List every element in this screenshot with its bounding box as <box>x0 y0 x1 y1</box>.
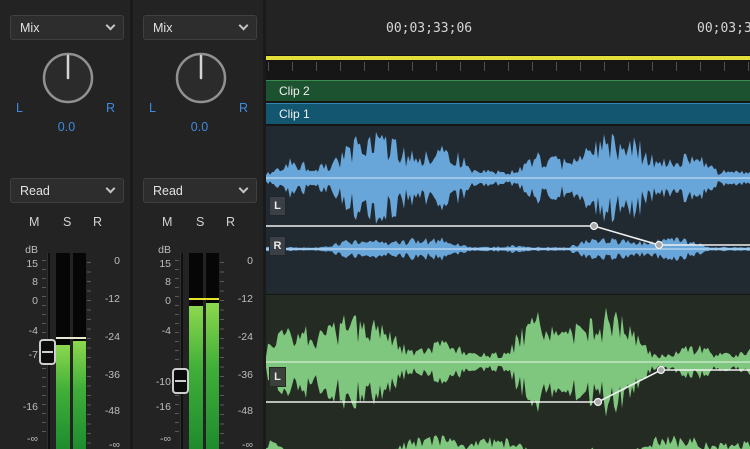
meter-bar-left <box>56 253 70 449</box>
fader-handle[interactable] <box>39 339 56 365</box>
meter-bar-right <box>206 253 220 449</box>
level-meter <box>189 253 219 449</box>
solo-button[interactable]: S <box>196 215 204 229</box>
clip-2-label: Clip 2 <box>279 84 310 98</box>
chevron-down-icon <box>106 184 116 194</box>
meter-scale-label: -36 <box>92 370 120 381</box>
solo-button[interactable]: S <box>63 215 71 229</box>
input-assign-dropdown[interactable]: Mix <box>10 15 124 40</box>
pan-right-label: R <box>239 101 248 115</box>
clip-1-waveform-area[interactable]: L R <box>266 126 750 294</box>
input-assign-label: Mix <box>20 21 101 35</box>
db-unit-label: dB <box>141 245 171 256</box>
record-arm-button[interactable]: R <box>226 215 235 229</box>
mixer-panel: Mix L R 0.0 Read M S R dB 15 8 0 -4 -7 -… <box>0 0 266 449</box>
ruler-ticks <box>268 62 750 71</box>
fader-scale-label: -10 <box>141 377 171 388</box>
audio-workstation-app: Mix L R 0.0 Read M S R dB 15 8 0 -4 -7 -… <box>0 0 750 449</box>
pan-knob[interactable] <box>173 50 229 106</box>
fader-scale-label: -7 <box>8 350 38 361</box>
meter-scale-label: -24 <box>225 332 253 343</box>
meter-scale-label: -24 <box>92 332 120 343</box>
meter-scale-label: -12 <box>225 294 253 305</box>
volume-envelope[interactable] <box>266 370 750 402</box>
channel-badge-left: L <box>269 196 286 216</box>
meter-scale-label: -48 <box>225 406 253 417</box>
mute-button[interactable]: M <box>162 215 172 229</box>
peak-indicator <box>56 337 86 339</box>
timeline-panel: 00;03;33;06 00;03;33 Clip 2 Clip 1 L <box>266 0 750 449</box>
clip-2-header[interactable]: Clip 2 <box>266 80 750 101</box>
meter-scale-label: -12 <box>92 294 120 305</box>
meter-bar-left <box>189 253 203 449</box>
automation-mode-label: Read <box>153 184 234 198</box>
envelope-keyframe[interactable] <box>656 242 663 249</box>
channel-badge-right: R <box>269 236 286 256</box>
db-unit-label: dB <box>8 245 38 256</box>
meter-bar-right <box>73 253 87 449</box>
fader-scale-label: 8 <box>8 277 38 288</box>
fader-scale-label: -∞ <box>141 434 171 445</box>
envelope-keyframe[interactable] <box>591 223 598 230</box>
pan-value[interactable]: 0.0 <box>133 120 266 134</box>
meter-scale-label: -36 <box>225 370 253 381</box>
fader-scale-label: 15 <box>8 259 38 270</box>
pan-right-label: R <box>106 101 115 115</box>
timecode-label: 00;03;33 <box>697 21 750 36</box>
record-arm-button[interactable]: R <box>93 215 102 229</box>
clip-1-header[interactable]: Clip 1 <box>266 103 750 124</box>
pan-left-label: L <box>149 101 156 115</box>
time-ruler[interactable]: 00;03;33;06 00;03;33 <box>266 0 750 56</box>
meter-scale-label: -48 <box>92 406 120 417</box>
automation-mode-label: Read <box>20 184 101 198</box>
channel-badge-left: L <box>269 367 286 387</box>
fader-scale-label: -4 <box>141 326 171 337</box>
fader-track[interactable] <box>180 253 183 449</box>
pan-value[interactable]: 0.0 <box>0 120 133 134</box>
peak-indicator <box>189 298 219 300</box>
fader-handle[interactable] <box>172 368 189 394</box>
fader-scale-label: 8 <box>141 277 171 288</box>
meter-scale-label: -∞ <box>225 440 253 449</box>
channel-strip-1: Mix L R 0.0 Read M S R dB 15 8 0 -4 -7 -… <box>0 0 133 449</box>
chevron-down-icon <box>106 21 116 31</box>
work-area-bar[interactable] <box>266 56 750 60</box>
envelope-keyframe[interactable] <box>595 399 602 406</box>
meter-scale-ticks <box>87 262 91 444</box>
automation-mode-dropdown[interactable]: Read <box>143 178 257 203</box>
envelope-keyframe[interactable] <box>658 367 665 374</box>
volume-envelope[interactable] <box>266 226 750 245</box>
channel-strip-2: Mix L R 0.0 Read M S R dB 15 8 0 -4 -10 … <box>133 0 266 449</box>
meter-scale-label: 0 <box>92 256 120 267</box>
fader-scale-label: -16 <box>141 402 171 413</box>
fader-scale-ticks <box>175 260 179 438</box>
meter-scale-label: -∞ <box>92 440 120 449</box>
clip-2-waveform-area[interactable]: L <box>266 295 750 449</box>
fader-scale-label: 0 <box>8 296 38 307</box>
chevron-down-icon <box>239 21 249 31</box>
pan-left-label: L <box>16 101 23 115</box>
input-assign-label: Mix <box>153 21 234 35</box>
clip-1-label: Clip 1 <box>279 107 310 121</box>
timecode-label: 00;03;33;06 <box>386 21 472 36</box>
pan-knob[interactable] <box>40 50 96 106</box>
meter-scale-ticks <box>220 262 224 444</box>
input-assign-dropdown[interactable]: Mix <box>143 15 257 40</box>
automation-mode-dropdown[interactable]: Read <box>10 178 124 203</box>
fader-scale-label: -4 <box>8 326 38 337</box>
mute-button[interactable]: M <box>29 215 39 229</box>
meter-scale-label: 0 <box>225 256 253 267</box>
level-meter <box>56 253 86 449</box>
fader-scale-label: -∞ <box>8 434 38 445</box>
fader-scale-label: 0 <box>141 296 171 307</box>
fader-scale-label: 15 <box>141 259 171 270</box>
chevron-down-icon <box>239 184 249 194</box>
fader-scale-label: -16 <box>8 402 38 413</box>
